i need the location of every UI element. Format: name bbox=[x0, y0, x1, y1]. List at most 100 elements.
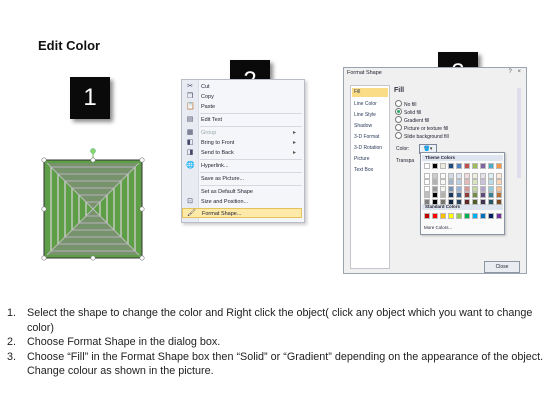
color-swatch[interactable] bbox=[440, 198, 446, 205]
color-swatch[interactable] bbox=[496, 185, 502, 192]
menu-item-edit-text[interactable]: ▤ Edit Text bbox=[182, 115, 302, 125]
option-solid-fill[interactable]: Solid fill bbox=[395, 108, 421, 116]
color-swatch[interactable] bbox=[440, 163, 446, 169]
color-swatch[interactable] bbox=[424, 198, 430, 205]
standard-color-swatch[interactable] bbox=[440, 213, 446, 219]
color-swatch[interactable] bbox=[496, 179, 502, 185]
color-swatch[interactable] bbox=[480, 172, 486, 179]
color-swatch[interactable] bbox=[464, 163, 470, 169]
nav-item-line-style[interactable]: Line Style bbox=[354, 112, 376, 118]
nav-item-3d-rotation[interactable]: 3-D Rotation bbox=[354, 145, 382, 151]
color-swatch[interactable] bbox=[448, 185, 454, 192]
color-swatch[interactable] bbox=[424, 179, 430, 185]
color-swatch[interactable] bbox=[424, 185, 430, 192]
menu-item-format-shape[interactable]: 🖌 Format Shape... bbox=[182, 208, 302, 218]
color-swatch[interactable] bbox=[448, 192, 454, 198]
standard-color-swatch[interactable] bbox=[488, 213, 494, 219]
color-swatch[interactable] bbox=[480, 185, 486, 192]
nav-item-text-box[interactable]: Text Box bbox=[354, 167, 373, 173]
standard-color-swatch[interactable] bbox=[480, 213, 486, 219]
color-swatch[interactable] bbox=[440, 172, 446, 179]
color-swatch[interactable] bbox=[432, 192, 438, 198]
color-swatch[interactable] bbox=[488, 172, 494, 179]
color-swatch[interactable] bbox=[464, 172, 470, 179]
color-swatch[interactable] bbox=[432, 179, 438, 185]
color-swatch[interactable] bbox=[480, 198, 486, 205]
color-swatch[interactable] bbox=[456, 192, 462, 198]
color-swatch[interactable] bbox=[488, 185, 494, 192]
color-swatch[interactable] bbox=[480, 179, 486, 185]
color-swatch[interactable] bbox=[496, 172, 502, 179]
standard-color-swatch[interactable] bbox=[456, 213, 462, 219]
menu-item-cut[interactable]: ✂ Cut bbox=[182, 82, 302, 92]
color-swatch[interactable] bbox=[456, 172, 462, 179]
menu-item-save-as-picture[interactable]: Save as Picture... bbox=[182, 174, 302, 184]
color-swatch[interactable] bbox=[488, 179, 494, 185]
standard-color-swatch[interactable] bbox=[496, 213, 502, 219]
color-swatch[interactable] bbox=[472, 179, 478, 185]
menu-item-bring-to-front[interactable]: ◧ Bring to Front ▸ bbox=[182, 138, 302, 148]
color-swatch[interactable] bbox=[440, 185, 446, 192]
menu-item-hyperlink[interactable]: 🌐 Hyperlink... bbox=[182, 161, 302, 171]
color-swatch[interactable] bbox=[480, 192, 486, 198]
color-swatch[interactable] bbox=[472, 185, 478, 192]
color-swatch[interactable] bbox=[424, 192, 430, 198]
color-swatch[interactable] bbox=[488, 163, 494, 169]
menu-item-send-to-back[interactable]: ◨ Send to Back ▸ bbox=[182, 148, 302, 158]
menu-item-size-and-position[interactable]: ⊡ Size and Position... bbox=[182, 197, 302, 207]
standard-color-swatch[interactable] bbox=[432, 213, 438, 219]
color-swatch[interactable] bbox=[440, 179, 446, 185]
color-swatch[interactable] bbox=[464, 192, 470, 198]
color-swatch[interactable] bbox=[472, 163, 478, 169]
selected-shape[interactable] bbox=[34, 148, 152, 266]
standard-color-swatch[interactable] bbox=[448, 213, 454, 219]
nav-item-3d-format[interactable]: 3-D Format bbox=[354, 134, 379, 140]
color-swatch[interactable] bbox=[496, 192, 502, 198]
option-gradient-fill[interactable]: Gradient fill bbox=[395, 116, 429, 124]
more-colors-link[interactable]: More Colors... bbox=[424, 225, 452, 230]
color-swatch[interactable] bbox=[456, 185, 462, 192]
color-swatch[interactable] bbox=[464, 185, 470, 192]
color-swatch[interactable] bbox=[424, 172, 430, 179]
nav-item-shadow[interactable]: Shadow bbox=[354, 123, 372, 129]
color-swatch[interactable] bbox=[432, 198, 438, 205]
color-swatch[interactable] bbox=[448, 179, 454, 185]
color-swatch[interactable] bbox=[496, 163, 502, 169]
color-swatch[interactable] bbox=[472, 192, 478, 198]
color-swatch[interactable] bbox=[472, 172, 478, 179]
color-swatch[interactable] bbox=[448, 198, 454, 205]
option-picture-texture-fill[interactable]: Picture or texture fill bbox=[395, 124, 448, 132]
color-swatch[interactable] bbox=[424, 163, 430, 169]
color-swatch[interactable] bbox=[480, 163, 486, 169]
nav-item-picture[interactable]: Picture bbox=[354, 156, 370, 162]
color-swatch[interactable] bbox=[432, 172, 438, 179]
color-swatch[interactable] bbox=[456, 198, 462, 205]
standard-color-swatch[interactable] bbox=[472, 213, 478, 219]
menu-item-copy[interactable]: ❐ Copy bbox=[182, 92, 302, 102]
standard-color-swatch[interactable] bbox=[464, 213, 470, 219]
nav-item-line-color[interactable]: Line Color bbox=[354, 101, 377, 107]
menu-item-paste[interactable]: 📋 Paste bbox=[182, 102, 302, 112]
dialog-scrollbar[interactable] bbox=[517, 88, 521, 178]
color-swatch[interactable] bbox=[488, 192, 494, 198]
color-swatch[interactable] bbox=[456, 179, 462, 185]
close-button[interactable]: Close bbox=[484, 261, 520, 273]
nav-item-fill[interactable]: Fill bbox=[352, 88, 388, 97]
color-swatch[interactable] bbox=[448, 163, 454, 169]
color-swatch[interactable] bbox=[456, 163, 462, 169]
standard-color-swatch[interactable] bbox=[424, 213, 430, 219]
option-no-fill[interactable]: No fill bbox=[395, 100, 417, 108]
color-swatch[interactable] bbox=[496, 198, 502, 205]
color-swatch[interactable] bbox=[440, 192, 446, 198]
color-swatch[interactable] bbox=[448, 172, 454, 179]
option-slide-background-fill[interactable]: Slide background fill bbox=[395, 132, 449, 140]
menu-item-set-default-shape[interactable]: Set as Default Shape bbox=[182, 187, 302, 197]
color-swatch[interactable] bbox=[464, 179, 470, 185]
color-swatch[interactable] bbox=[488, 198, 494, 205]
dialog-window-controls[interactable]: ? × bbox=[508, 69, 523, 75]
color-swatch[interactable] bbox=[464, 198, 470, 205]
color-swatch[interactable] bbox=[472, 198, 478, 205]
color-swatch[interactable] bbox=[432, 185, 438, 192]
pyramid-square-shape[interactable] bbox=[34, 148, 152, 266]
color-swatch[interactable] bbox=[432, 163, 438, 169]
